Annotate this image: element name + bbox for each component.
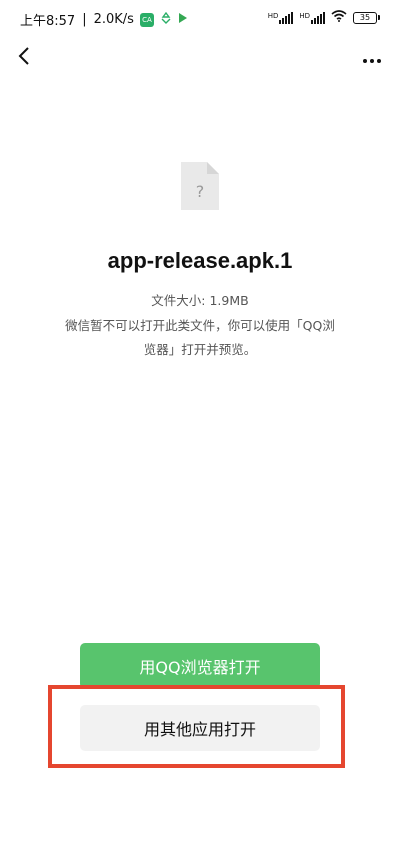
open-with-qq-browser-button[interactable]: 用QQ浏览器打开 [80,643,320,689]
battery-level: 35 [353,11,377,24]
signal-icon-2: HD [299,11,325,24]
file-description: 微信暂不可以打开此类文件，你可以使用「QQ浏览器」打开并预览。 [65,318,335,357]
more-button[interactable] [358,44,386,72]
back-button[interactable] [10,44,38,72]
status-time: 上午8:57 [20,14,76,29]
file-name: app-release.apk.1 [107,248,293,273]
status-speed: 2.0K/s [93,12,134,27]
unknown-file-icon: ? [181,162,219,210]
status-left: 上午8:57 | 2.0K/s CA [20,10,188,29]
open-with-other-app-button[interactable]: 用其他应用打开 [80,705,320,751]
chevron-left-icon [17,46,31,70]
signal-icon-1: HD [267,11,294,24]
app-badge-icon: CA [139,12,154,27]
signal-label-2: HD [299,11,310,20]
svg-text:?: ? [196,182,205,201]
top-bar [0,38,400,78]
screen: 上午8:57 | 2.0K/s CA HD HD 35 ? app-releas… [0,0,400,850]
battery-cap [378,15,380,20]
more-dots-icon [362,49,382,68]
play-store-icon [178,12,188,28]
wifi-icon [331,10,347,25]
battery-icon: 35 [353,11,380,24]
recycle-icon [160,11,172,28]
file-size: 文件大小: 1.9MB [151,293,249,308]
status-right: HD HD 35 [268,10,380,25]
status-separator: | [82,12,87,27]
signal-label-1: HD [267,11,279,20]
status-bar: 上午8:57 | 2.0K/s CA HD HD 35 [0,0,400,38]
